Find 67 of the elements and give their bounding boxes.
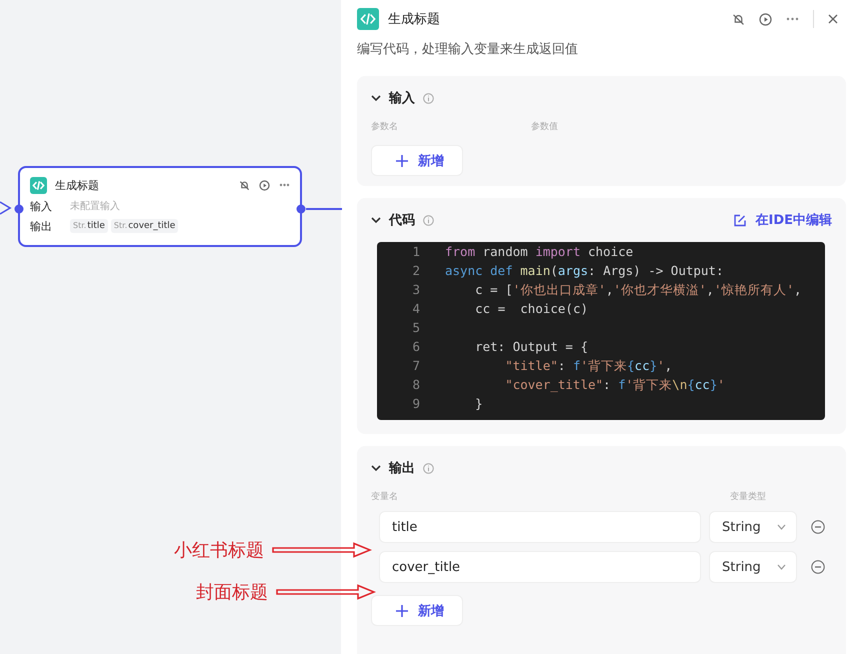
code-line: "title": f'背下来{cc}', <box>504 357 672 375</box>
line-number: 7 <box>411 357 420 375</box>
chevron-icon[interactable] <box>371 93 381 103</box>
section-title: 代码 <box>389 212 415 229</box>
panel-title: 生成标题 <box>388 11 440 28</box>
input-placeholder: 未配置输入 <box>70 200 120 213</box>
column-header: 变量类型 <box>730 490 766 503</box>
code-line: c = ['你也出口成章','你也才华横溢','惊艳所有人', <box>474 281 802 299</box>
bell-off-icon[interactable] <box>239 180 250 190</box>
close-icon[interactable] <box>828 14 838 24</box>
bell-off-icon[interactable] <box>732 12 745 26</box>
input-port <box>14 204 24 214</box>
line-number: 6 <box>411 338 420 356</box>
connector-line <box>306 208 342 210</box>
line-number: 1 <box>411 243 420 261</box>
node-title: 生成标题 <box>55 178 99 192</box>
output-port <box>296 204 306 214</box>
code-line: "cover_title": f'背下来\n{cc}' <box>504 376 725 394</box>
variable-name-field[interactable]: title <box>379 511 701 543</box>
column-header: 参数值 <box>531 120 559 133</box>
annotation-label: 小红书标题 <box>174 539 264 562</box>
line-number: 5 <box>411 319 420 337</box>
column-header: 参数名 <box>371 120 399 133</box>
chevron-icon[interactable] <box>371 463 381 473</box>
play-icon[interactable] <box>759 12 772 26</box>
more-icon[interactable] <box>786 17 799 21</box>
line-number: 3 <box>411 281 420 299</box>
output-tag: Str.title <box>70 219 108 233</box>
column-header: 变量名 <box>371 490 398 503</box>
info-icon <box>423 462 434 474</box>
code-line: cc = choice(c) <box>474 300 588 318</box>
plus-icon <box>396 604 408 616</box>
code-editor[interactable]: 1 from random import choice 2 async def main(args: Args) -> Output: 3 c = ['你也出口成章','你也才华横溢','惊艳所有人', 4 cc = choice(c) 5 6 ret: Output = { 7 "title": f'背下来{cc}', 8 "cover_title": f'背下来\n{cc}' 9 } <box>377 242 825 420</box>
node-label: 输入 <box>30 198 53 214</box>
type-select[interactable]: String <box>709 511 797 543</box>
remove-icon[interactable] <box>811 560 825 574</box>
variable-name-field[interactable]: cover_title <box>379 551 701 583</box>
play-icon[interactable] <box>259 180 270 190</box>
edit-icon <box>733 214 746 226</box>
node-label: 输出 <box>30 218 53 234</box>
code-line: async def main(args: Args) -> Output: <box>445 262 724 280</box>
ide-edit-link[interactable]: 在IDE中编辑 <box>733 211 832 229</box>
code-icon <box>357 8 379 30</box>
add-button[interactable]: 新增 <box>371 595 463 626</box>
line-number: 8 <box>411 376 420 394</box>
code-line: } <box>474 395 483 413</box>
code-line: ret: Output = { <box>474 338 588 356</box>
add-button[interactable]: 新增 <box>371 145 463 176</box>
code-line: from random import choice <box>445 243 634 261</box>
section-title: 输出 <box>389 460 415 477</box>
annotation-label: 封面标题 <box>196 581 268 604</box>
line-number: 9 <box>411 395 420 413</box>
line-number: 2 <box>411 262 420 280</box>
code-icon <box>30 176 47 194</box>
chevron-icon[interactable] <box>371 215 381 225</box>
type-select[interactable]: String <box>709 551 797 583</box>
section-title: 输入 <box>389 90 415 107</box>
more-icon[interactable] <box>279 183 290 187</box>
plus-icon <box>396 154 408 166</box>
info-icon <box>423 92 434 104</box>
remove-icon[interactable] <box>811 520 825 534</box>
chevron-down-icon <box>777 564 786 570</box>
output-tag: Str.cover_title <box>110 219 178 233</box>
line-number: 4 <box>411 300 420 318</box>
panel-description: 编写代码，处理输入变量来生成返回值 <box>357 41 579 58</box>
chevron-down-icon <box>777 524 786 530</box>
info-icon <box>423 214 434 226</box>
